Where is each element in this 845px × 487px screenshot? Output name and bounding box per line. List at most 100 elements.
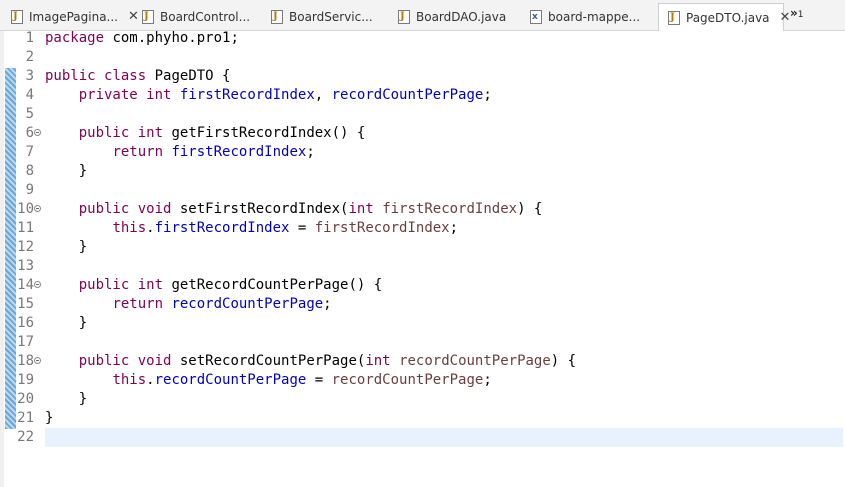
keyword-token: public bbox=[78, 353, 130, 369]
code-token: = bbox=[289, 220, 315, 236]
code-text: } bbox=[45, 390, 87, 409]
keyword-token: public bbox=[78, 125, 130, 141]
code-line[interactable]: 3 public class PageDTO { bbox=[0, 67, 845, 86]
field-token: recordCountPerPage bbox=[331, 87, 484, 103]
field-token: recordCountPerPage bbox=[171, 296, 324, 312]
code-line[interactable]: 15 return recordCountPerPage; bbox=[0, 295, 845, 314]
tab-board-mapper[interactable]: x board-mappe... bbox=[521, 3, 656, 30]
field-token: firstRecordIndex bbox=[171, 144, 307, 160]
editor-tab-bar: J ImagePagina... ✕ J BoardControl... J B… bbox=[0, 0, 845, 31]
parameter-token: firstRecordIndex bbox=[314, 220, 450, 236]
code-line[interactable]: 1 package com.phyho.pro1; bbox=[0, 29, 845, 48]
fold-collapse-icon[interactable] bbox=[34, 205, 41, 212]
code-line[interactable]: 8 } bbox=[0, 162, 845, 181]
line-number: 21 bbox=[17, 410, 34, 426]
code-line[interactable]: 19 this.recordCountPerPage = recordCount… bbox=[0, 371, 845, 390]
keyword-token: void bbox=[137, 201, 172, 217]
code-line[interactable]: 4 private int firstRecordIndex, recordCo… bbox=[0, 86, 845, 105]
parameter-token: recordCountPerPage bbox=[399, 353, 551, 369]
code-token: } bbox=[45, 163, 88, 179]
code-text: public int getRecordCountPerPage() { bbox=[45, 276, 382, 295]
keyword-token: int bbox=[146, 87, 172, 103]
parameter-token: recordCountPerPage bbox=[331, 372, 484, 388]
fold-collapse-icon[interactable] bbox=[34, 129, 41, 136]
tab-pagedto[interactable]: J PageDTO.java ✕ bbox=[658, 3, 790, 31]
code-token: } bbox=[45, 239, 88, 255]
code-line[interactable]: 16 } bbox=[0, 314, 845, 333]
code-line[interactable]: 21} bbox=[0, 409, 845, 428]
tab-overflow-button[interactable]: »1 bbox=[790, 6, 804, 20]
code-line[interactable]: 11 this.firstRecordIndex = firstRecordIn… bbox=[0, 219, 845, 238]
line-number: 7 bbox=[25, 144, 34, 160]
code-token: getRecordCountPerPage() { bbox=[163, 277, 383, 293]
field-token: recordCountPerPage bbox=[154, 372, 307, 388]
java-file-icon: J bbox=[398, 9, 410, 24]
code-line[interactable]: 5 bbox=[0, 105, 845, 124]
line-number: 12 bbox=[17, 239, 34, 255]
line-number: 22 bbox=[17, 429, 34, 445]
keyword-token: int bbox=[365, 353, 391, 369]
field-token: firstRecordIndex bbox=[179, 87, 315, 103]
fold-collapse-icon[interactable] bbox=[34, 281, 41, 288]
code-line[interactable]: 9 bbox=[0, 181, 845, 200]
line-number: 16 bbox=[17, 315, 34, 331]
line-number: 1 bbox=[25, 30, 34, 46]
code-token: setRecordCountPerPage( bbox=[171, 353, 366, 369]
keyword-token: private bbox=[78, 87, 138, 103]
keyword-token: public bbox=[78, 277, 130, 293]
code-token: } bbox=[45, 391, 88, 407]
code-text: public int getFirstRecordIndex() { bbox=[45, 124, 366, 143]
close-icon[interactable]: ✕ bbox=[780, 11, 791, 24]
code-token: } bbox=[45, 410, 54, 426]
line-number: 13 bbox=[17, 258, 34, 274]
code-text: } bbox=[45, 314, 87, 333]
keyword-token: package bbox=[45, 30, 105, 46]
code-line[interactable]: 6 public int getFirstRecordIndex() { bbox=[0, 124, 845, 143]
keyword-token: class bbox=[104, 68, 147, 84]
code-line[interactable]: 22 bbox=[0, 428, 845, 447]
keyword-token: public bbox=[45, 68, 96, 84]
line-number: 3 bbox=[25, 68, 34, 84]
xml-file-icon: x bbox=[530, 9, 542, 24]
code-line[interactable]: 20 } bbox=[0, 390, 845, 409]
keyword-token: int bbox=[137, 277, 164, 293]
fold-collapse-icon[interactable] bbox=[34, 357, 41, 364]
code-token: ; bbox=[306, 144, 315, 160]
code-text: public void setFirstRecordIndex(int firs… bbox=[45, 200, 543, 219]
tab-boardcontroller[interactable]: J BoardControl... bbox=[133, 3, 263, 30]
code-line[interactable]: 7 return firstRecordIndex; bbox=[0, 143, 845, 162]
keyword-token: this bbox=[112, 220, 147, 236]
line-number: 15 bbox=[17, 296, 34, 312]
code-line[interactable]: 10 public void setFirstRecordIndex(int f… bbox=[0, 200, 845, 219]
line-number: 18 bbox=[17, 353, 34, 369]
java-file-icon: J bbox=[271, 9, 283, 24]
code-line[interactable]: 17 bbox=[0, 333, 845, 352]
code-line[interactable]: 13 bbox=[0, 257, 845, 276]
code-line[interactable]: 12 } bbox=[0, 238, 845, 257]
code-token: ) { bbox=[517, 201, 543, 217]
code-line[interactable]: 18 public void setRecordCountPerPage(int… bbox=[0, 352, 845, 371]
tab-boardservice[interactable]: J BoardServic... bbox=[262, 3, 392, 30]
tab-imagepagination[interactable]: J ImagePagina... ✕ bbox=[2, 3, 139, 30]
code-token: ; bbox=[449, 220, 459, 236]
code-line[interactable]: 2 bbox=[0, 48, 845, 67]
tab-boarddao[interactable]: J BoardDAO.java bbox=[389, 3, 519, 30]
code-line[interactable]: 14 public int getRecordCountPerPage() { bbox=[0, 276, 845, 295]
code-editor[interactable]: 1 package com.phyho.pro1; 2 3 public class P… bbox=[0, 29, 845, 487]
keyword-token: this bbox=[112, 372, 147, 388]
code-token: = bbox=[306, 372, 332, 388]
code-token: } bbox=[45, 315, 88, 331]
code-text: return firstRecordIndex; bbox=[45, 143, 315, 162]
line-number: 4 bbox=[25, 87, 34, 103]
parameter-token: firstRecordIndex bbox=[382, 201, 518, 217]
tab-label: BoardDAO.java bbox=[416, 9, 507, 24]
